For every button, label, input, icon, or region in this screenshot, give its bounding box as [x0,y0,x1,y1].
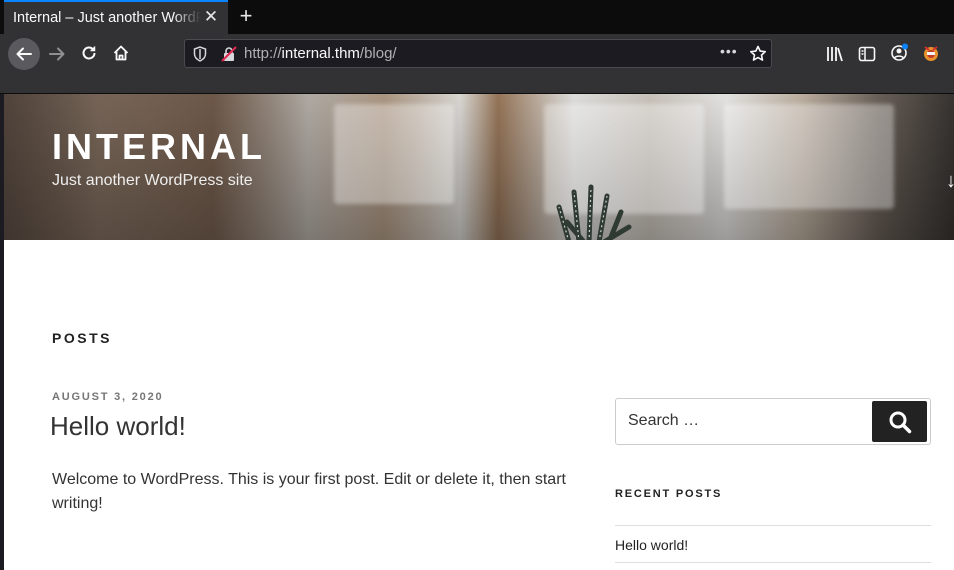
reload-button[interactable] [74,38,104,68]
extension-icon [924,46,938,61]
shield-icon[interactable] [193,46,207,62]
url-path: /blog/ [359,45,397,62]
forward-button[interactable] [42,39,72,69]
library-icon[interactable] [826,46,844,62]
plant-image [556,184,632,240]
account-icon [891,43,908,61]
url-text[interactable]: http://internal.thm/blog/ [244,45,397,62]
bookmark-star-icon[interactable] [749,45,767,63]
arrow-left-icon [16,47,32,61]
insecure-lock-icon[interactable] [221,46,237,62]
post-excerpt: Welcome to WordPress. This is your first… [52,471,566,512]
home-button[interactable] [106,38,136,68]
account-button[interactable] [889,43,909,63]
recent-posts-list: Hello world! [615,525,931,563]
section-heading: POSTS [52,330,112,346]
tab-title: Internal – Just another WordPress site [13,10,201,26]
navigation-toolbar: http://internal.thm/blog/ ••• [0,34,954,94]
search-button[interactable] [872,401,927,442]
browser-tab[interactable]: Internal – Just another WordPress site ✕ [4,0,228,34]
new-tab-button[interactable]: + [234,4,258,28]
search-input[interactable]: Search … [628,412,699,430]
page-actions-button[interactable]: ••• [720,43,738,59]
header-image-window [724,104,894,209]
sidebar-icon[interactable] [858,46,876,62]
recent-post-link[interactable]: Hello world! [615,526,931,563]
back-button[interactable] [8,38,40,70]
scroll-down-icon[interactable]: ↓ [946,170,954,193]
search-icon [889,411,911,433]
post-title[interactable]: Hello world! [50,411,186,442]
url-bar[interactable]: http://internal.thm/blog/ ••• [184,39,772,68]
site-header: INTERNAL Just another WordPress site ↓ [4,94,954,240]
web-page: INTERNAL Just another WordPress site ↓ P… [4,94,954,570]
reload-icon [82,46,96,60]
url-host: internal.thm [281,45,360,62]
arrow-right-icon [49,47,65,61]
close-icon[interactable]: ✕ [202,8,220,26]
recent-posts-heading: RECENT POSTS [615,488,723,500]
tab-bar: Internal – Just another WordPress site ✕… [0,0,954,34]
post-date[interactable]: AUGUST 3, 2020 [52,391,163,403]
home-icon [113,45,129,61]
site-title[interactable]: INTERNAL [52,126,266,168]
extension-button[interactable] [922,44,940,62]
url-scheme: http:// [244,45,282,62]
site-description: Just another WordPress site [52,172,253,189]
search-form: Search … [615,398,931,445]
header-image-window [334,104,454,204]
